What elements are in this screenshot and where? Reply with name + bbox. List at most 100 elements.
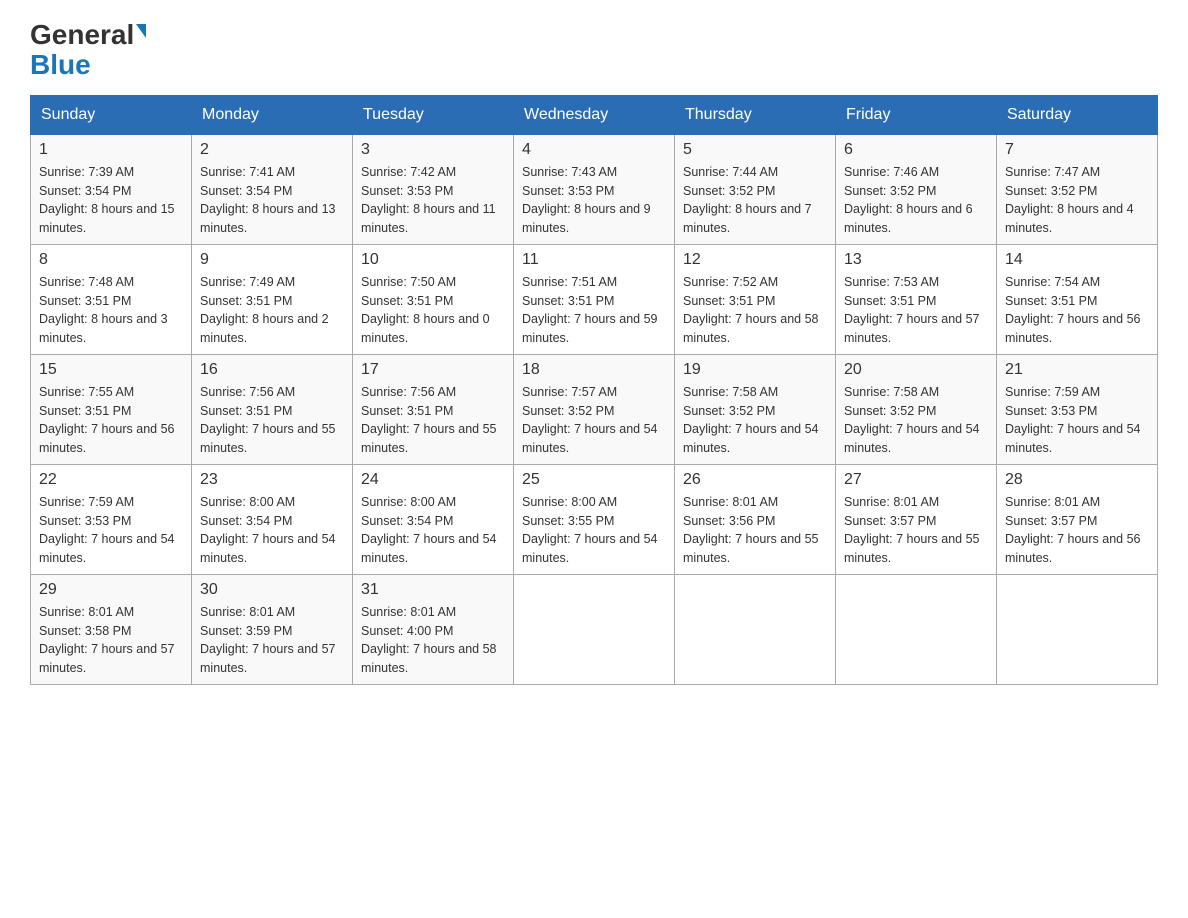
calendar-cell: 9 Sunrise: 7:49 AM Sunset: 3:51 PM Dayli… — [192, 244, 353, 354]
calendar-cell: 25 Sunrise: 8:00 AM Sunset: 3:55 PM Dayl… — [514, 464, 675, 574]
day-info: Sunrise: 8:01 AM Sunset: 3:59 PM Dayligh… — [200, 603, 344, 678]
day-number: 6 — [844, 141, 988, 159]
day-number: 9 — [200, 251, 344, 269]
day-number: 7 — [1005, 141, 1149, 159]
logo-text: General — [30, 20, 146, 51]
calendar-week-2: 8 Sunrise: 7:48 AM Sunset: 3:51 PM Dayli… — [31, 244, 1158, 354]
day-number: 25 — [522, 471, 666, 489]
day-info: Sunrise: 7:58 AM Sunset: 3:52 PM Dayligh… — [683, 383, 827, 458]
day-info: Sunrise: 7:56 AM Sunset: 3:51 PM Dayligh… — [361, 383, 505, 458]
day-info: Sunrise: 8:00 AM Sunset: 3:54 PM Dayligh… — [361, 493, 505, 568]
calendar-cell: 26 Sunrise: 8:01 AM Sunset: 3:56 PM Dayl… — [675, 464, 836, 574]
calendar-cell: 22 Sunrise: 7:59 AM Sunset: 3:53 PM Dayl… — [31, 464, 192, 574]
day-info: Sunrise: 7:50 AM Sunset: 3:51 PM Dayligh… — [361, 273, 505, 348]
calendar-cell: 20 Sunrise: 7:58 AM Sunset: 3:52 PM Dayl… — [836, 354, 997, 464]
calendar-cell — [514, 574, 675, 684]
day-number: 31 — [361, 581, 505, 599]
calendar-cell: 4 Sunrise: 7:43 AM Sunset: 3:53 PM Dayli… — [514, 134, 675, 244]
calendar-cell — [675, 574, 836, 684]
calendar-cell: 3 Sunrise: 7:42 AM Sunset: 3:53 PM Dayli… — [353, 134, 514, 244]
calendar-cell: 2 Sunrise: 7:41 AM Sunset: 3:54 PM Dayli… — [192, 134, 353, 244]
day-number: 12 — [683, 251, 827, 269]
calendar-cell: 21 Sunrise: 7:59 AM Sunset: 3:53 PM Dayl… — [997, 354, 1158, 464]
day-number: 23 — [200, 471, 344, 489]
calendar-cell: 5 Sunrise: 7:44 AM Sunset: 3:52 PM Dayli… — [675, 134, 836, 244]
calendar-body: 1 Sunrise: 7:39 AM Sunset: 3:54 PM Dayli… — [31, 134, 1158, 684]
day-info: Sunrise: 7:43 AM Sunset: 3:53 PM Dayligh… — [522, 163, 666, 238]
calendar-cell: 19 Sunrise: 7:58 AM Sunset: 3:52 PM Dayl… — [675, 354, 836, 464]
day-info: Sunrise: 8:01 AM Sunset: 3:57 PM Dayligh… — [1005, 493, 1149, 568]
day-number: 13 — [844, 251, 988, 269]
day-number: 1 — [39, 141, 183, 159]
day-info: Sunrise: 8:00 AM Sunset: 3:54 PM Dayligh… — [200, 493, 344, 568]
day-info: Sunrise: 7:57 AM Sunset: 3:52 PM Dayligh… — [522, 383, 666, 458]
day-number: 10 — [361, 251, 505, 269]
day-info: Sunrise: 7:59 AM Sunset: 3:53 PM Dayligh… — [39, 493, 183, 568]
logo: General Blue — [30, 20, 146, 79]
page-header: General Blue — [30, 20, 1158, 79]
day-info: Sunrise: 7:47 AM Sunset: 3:52 PM Dayligh… — [1005, 163, 1149, 238]
day-info: Sunrise: 7:53 AM Sunset: 3:51 PM Dayligh… — [844, 273, 988, 348]
column-header-sunday: Sunday — [31, 95, 192, 134]
calendar-table: SundayMondayTuesdayWednesdayThursdayFrid… — [30, 95, 1158, 685]
day-info: Sunrise: 8:01 AM Sunset: 3:56 PM Dayligh… — [683, 493, 827, 568]
day-number: 26 — [683, 471, 827, 489]
calendar-cell: 28 Sunrise: 8:01 AM Sunset: 3:57 PM Dayl… — [997, 464, 1158, 574]
column-header-thursday: Thursday — [675, 95, 836, 134]
day-info: Sunrise: 7:56 AM Sunset: 3:51 PM Dayligh… — [200, 383, 344, 458]
day-info: Sunrise: 7:52 AM Sunset: 3:51 PM Dayligh… — [683, 273, 827, 348]
calendar-week-3: 15 Sunrise: 7:55 AM Sunset: 3:51 PM Dayl… — [31, 354, 1158, 464]
calendar-cell — [997, 574, 1158, 684]
day-info: Sunrise: 7:54 AM Sunset: 3:51 PM Dayligh… — [1005, 273, 1149, 348]
column-header-tuesday: Tuesday — [353, 95, 514, 134]
day-number: 18 — [522, 361, 666, 379]
calendar-cell: 31 Sunrise: 8:01 AM Sunset: 4:00 PM Dayl… — [353, 574, 514, 684]
day-number: 4 — [522, 141, 666, 159]
day-info: Sunrise: 8:01 AM Sunset: 4:00 PM Dayligh… — [361, 603, 505, 678]
calendar-cell: 14 Sunrise: 7:54 AM Sunset: 3:51 PM Dayl… — [997, 244, 1158, 354]
column-header-wednesday: Wednesday — [514, 95, 675, 134]
day-info: Sunrise: 7:42 AM Sunset: 3:53 PM Dayligh… — [361, 163, 505, 238]
day-number: 14 — [1005, 251, 1149, 269]
day-number: 24 — [361, 471, 505, 489]
day-number: 16 — [200, 361, 344, 379]
logo-blue: Blue — [30, 51, 91, 79]
calendar-cell: 24 Sunrise: 8:00 AM Sunset: 3:54 PM Dayl… — [353, 464, 514, 574]
day-info: Sunrise: 8:01 AM Sunset: 3:58 PM Dayligh… — [39, 603, 183, 678]
day-number: 8 — [39, 251, 183, 269]
day-number: 27 — [844, 471, 988, 489]
calendar-cell: 23 Sunrise: 8:00 AM Sunset: 3:54 PM Dayl… — [192, 464, 353, 574]
day-info: Sunrise: 7:44 AM Sunset: 3:52 PM Dayligh… — [683, 163, 827, 238]
day-number: 21 — [1005, 361, 1149, 379]
calendar-cell: 1 Sunrise: 7:39 AM Sunset: 3:54 PM Dayli… — [31, 134, 192, 244]
calendar-cell: 6 Sunrise: 7:46 AM Sunset: 3:52 PM Dayli… — [836, 134, 997, 244]
calendar-cell: 18 Sunrise: 7:57 AM Sunset: 3:52 PM Dayl… — [514, 354, 675, 464]
day-number: 19 — [683, 361, 827, 379]
day-number: 15 — [39, 361, 183, 379]
day-number: 11 — [522, 251, 666, 269]
column-header-monday: Monday — [192, 95, 353, 134]
day-number: 3 — [361, 141, 505, 159]
day-number: 17 — [361, 361, 505, 379]
column-header-friday: Friday — [836, 95, 997, 134]
calendar-cell: 8 Sunrise: 7:48 AM Sunset: 3:51 PM Dayli… — [31, 244, 192, 354]
column-header-saturday: Saturday — [997, 95, 1158, 134]
day-number: 22 — [39, 471, 183, 489]
day-info: Sunrise: 7:46 AM Sunset: 3:52 PM Dayligh… — [844, 163, 988, 238]
day-info: Sunrise: 7:51 AM Sunset: 3:51 PM Dayligh… — [522, 273, 666, 348]
calendar-cell: 10 Sunrise: 7:50 AM Sunset: 3:51 PM Dayl… — [353, 244, 514, 354]
day-info: Sunrise: 7:58 AM Sunset: 3:52 PM Dayligh… — [844, 383, 988, 458]
day-info: Sunrise: 8:01 AM Sunset: 3:57 PM Dayligh… — [844, 493, 988, 568]
calendar-week-5: 29 Sunrise: 8:01 AM Sunset: 3:58 PM Dayl… — [31, 574, 1158, 684]
day-info: Sunrise: 7:39 AM Sunset: 3:54 PM Dayligh… — [39, 163, 183, 238]
day-info: Sunrise: 7:41 AM Sunset: 3:54 PM Dayligh… — [200, 163, 344, 238]
day-info: Sunrise: 7:59 AM Sunset: 3:53 PM Dayligh… — [1005, 383, 1149, 458]
day-number: 29 — [39, 581, 183, 599]
calendar-cell: 11 Sunrise: 7:51 AM Sunset: 3:51 PM Dayl… — [514, 244, 675, 354]
calendar-cell: 17 Sunrise: 7:56 AM Sunset: 3:51 PM Dayl… — [353, 354, 514, 464]
day-number: 20 — [844, 361, 988, 379]
calendar-cell — [836, 574, 997, 684]
day-number: 5 — [683, 141, 827, 159]
calendar-cell: 30 Sunrise: 8:01 AM Sunset: 3:59 PM Dayl… — [192, 574, 353, 684]
day-number: 28 — [1005, 471, 1149, 489]
